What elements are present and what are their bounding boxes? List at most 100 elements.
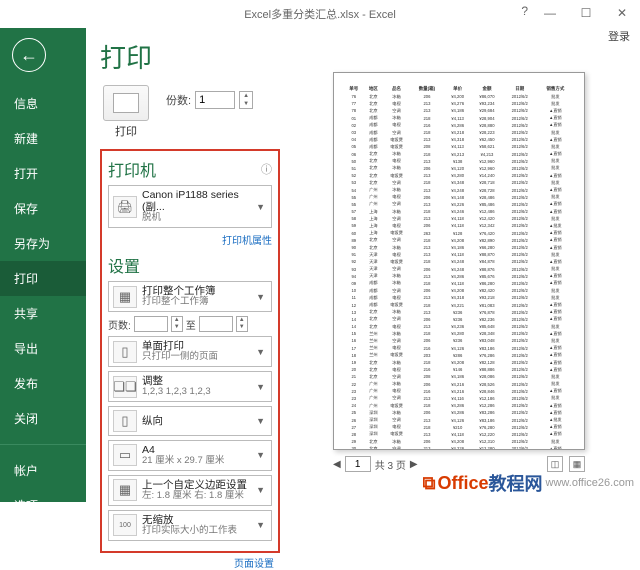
table-row: 51北京冰箱206¥4,120¥12,9602012/6/2批发 bbox=[344, 165, 574, 172]
table-row: 23广州电视216¥4,216¥28,8462012/6/2▲直销 bbox=[344, 388, 574, 395]
sidebar-item-4[interactable]: 另存为 bbox=[0, 226, 86, 261]
chevron-down-icon: ▼ bbox=[254, 485, 267, 495]
margins-icon: ▦ bbox=[113, 479, 137, 501]
table-row: 28深圳电饭煲213¥4,118¥12,2202012/6/2▲直销 bbox=[344, 431, 574, 438]
table-row: 15兰州冰箱218¥4,280¥28,3482012/6/2▲直销 bbox=[344, 330, 574, 337]
table-row: 05成都电饭煲208¥4,113¥58,6212012/6/2批发 bbox=[344, 143, 574, 150]
table-row: 60上海电饭煲263¥128¥76,4202012/6/2▲直销 bbox=[344, 230, 574, 237]
pages-to-label: 至 bbox=[186, 317, 196, 332]
chevron-down-icon: ▼ bbox=[254, 292, 267, 302]
table-row: 54广州冰箱213¥4,248¥28,7282012/6/2▲直销 bbox=[344, 186, 574, 193]
page-from-input[interactable] bbox=[134, 316, 168, 332]
table-row: 91天津电视213¥4,118¥88,8702012/6/2批发 bbox=[344, 251, 574, 258]
sides-selector[interactable]: ▯ 单面打印只打印一侧的页面 ▼ bbox=[108, 336, 272, 367]
chevron-down-icon: ▼ bbox=[254, 347, 267, 357]
close-button[interactable]: ✕ bbox=[604, 0, 640, 26]
table-row: 02成都电视216¥4,286¥28,8802012/6/2▲直销 bbox=[344, 122, 574, 129]
sidebar-item-3[interactable]: 保存 bbox=[0, 191, 86, 226]
printer-properties-link[interactable]: 打印机属性 bbox=[222, 236, 272, 247]
table-row: 93天津空调206¥4,248¥88,8762012/6/2批发 bbox=[344, 266, 574, 273]
help-icon[interactable]: ? bbox=[521, 4, 528, 18]
table-row: 53北京空调218¥4,348¥28,7182012/6/2批发 bbox=[344, 179, 574, 186]
prev-page-button[interactable]: ◀ bbox=[333, 459, 341, 470]
print-button[interactable]: 打印 bbox=[100, 85, 152, 139]
table-row: 01成都冰箱218¥4,113¥28,9042012/6/2▲直销 bbox=[344, 115, 574, 122]
copies-spinner[interactable]: ▲▼ bbox=[239, 91, 253, 109]
sidebar-item-7[interactable]: 导出 bbox=[0, 331, 86, 366]
table-row: 58上海空调213¥4,118¥12,4202012/6/2批发 bbox=[344, 215, 574, 222]
watermark: ⧉ Office教程网 www.office26.com bbox=[423, 470, 634, 496]
sidebar-item-1[interactable]: 新建 bbox=[0, 121, 86, 156]
page-number-input[interactable] bbox=[345, 456, 371, 472]
title-bar: Excel多重分类汇总.xlsx - Excel ? — ☐ ✕ bbox=[0, 0, 640, 28]
chevron-down-icon: ▼ bbox=[254, 450, 267, 460]
settings-heading: 设置 bbox=[108, 253, 140, 277]
table-row: 11成都电视213¥4,318¥93,2182012/6/2批发 bbox=[344, 294, 574, 301]
page-setup-link[interactable]: 页面设置 bbox=[234, 559, 274, 570]
table-row: 27深圳电视218¥210¥76,2802012/6/2▲直销 bbox=[344, 424, 574, 431]
table-row: 77北京电视213¥4,276¥93,2342012/6/2批发 bbox=[344, 100, 574, 107]
margins-selector[interactable]: ▦ 上一个自定义边距设置左: 1.8 厘米 右: 1.8 厘米 ▼ bbox=[108, 475, 272, 506]
copies-label: 份数: bbox=[166, 92, 191, 108]
sidebar-footer-0[interactable]: 帐户 bbox=[0, 453, 86, 488]
copies-input[interactable] bbox=[195, 91, 235, 109]
table-row: 12成都电饭煲218¥4,221¥81,0832012/6/2▲直销 bbox=[344, 301, 574, 308]
orientation-selector[interactable]: ▯ 纵向 ▼ bbox=[108, 406, 272, 436]
page-to-spin[interactable]: ▲▼ bbox=[236, 316, 248, 332]
printer-name: Canon iP1188 series (副... bbox=[142, 189, 254, 213]
scaling-selector[interactable]: 100 无缩放打印实际大小的工作表 ▼ bbox=[108, 510, 272, 541]
print-button-label: 打印 bbox=[100, 123, 152, 139]
settings-highlight-box: 打印机 ⓘ 🖨 Canon iP1188 series (副... 脱机 ▼ 打… bbox=[100, 149, 280, 553]
sidebar-footer-1[interactable]: 选项 bbox=[0, 488, 86, 523]
portrait-icon: ▯ bbox=[113, 410, 137, 432]
table-row: 90北京冰箱213¥4,186¥66,2802012/6/2▲直销 bbox=[344, 244, 574, 251]
minimize-button[interactable]: — bbox=[532, 0, 568, 26]
sidebar-item-9[interactable]: 关闭 bbox=[0, 401, 86, 436]
table-row: 50北京电视213¥138¥12,9602012/6/2批发 bbox=[344, 158, 574, 165]
sidebar-item-6[interactable]: 共享 bbox=[0, 296, 86, 331]
page-title: 打印 bbox=[100, 38, 280, 75]
sidebar-item-2[interactable]: 打开 bbox=[0, 156, 86, 191]
table-row: 17兰州电视216¥4,126¥83,1862012/6/2▲直销 bbox=[344, 345, 574, 352]
pages-label: 页数: bbox=[108, 317, 131, 332]
collate-selector[interactable]: ❏❏ 调整1,2,3 1,2,3 1,2,3 ▼ bbox=[108, 371, 272, 402]
table-row: 24广州电饭煲218¥4,286¥12,2862012/6/2▲直销 bbox=[344, 402, 574, 409]
table-row: 14北京空调206¥236¥82,2362012/6/2▲直销 bbox=[344, 316, 574, 323]
printer-device-icon: 🖨 bbox=[113, 196, 137, 218]
printer-selector[interactable]: 🖨 Canon iP1188 series (副... 脱机 ▼ bbox=[108, 185, 272, 228]
sidebar-item-8[interactable]: 发布 bbox=[0, 366, 86, 401]
table-row: 57上海冰箱218¥4,246¥12,4862012/6/2▲直销 bbox=[344, 208, 574, 215]
back-button[interactable]: ← bbox=[12, 38, 46, 72]
table-row: 23广州空调213¥4,116¥12,1862012/6/2批发 bbox=[344, 395, 574, 402]
chevron-down-icon: ▼ bbox=[254, 416, 267, 426]
table-row: 59上海电视206¥4,118¥12,3422012/6/2▲批发 bbox=[344, 222, 574, 229]
page-from-spin[interactable]: ▲▼ bbox=[171, 316, 183, 332]
table-row: 92天津电饭煲218¥4,248¥84,8782012/6/2▲直销 bbox=[344, 258, 574, 265]
table-row: 20北京电视216¥146¥88,8862012/6/2▲直销 bbox=[344, 366, 574, 373]
chevron-down-icon: ▼ bbox=[254, 382, 267, 392]
scale-icon: 100 bbox=[113, 514, 137, 536]
table-row: 55广州空调213¥4,226¥85,4862012/6/2▲直销 bbox=[344, 201, 574, 208]
next-page-button[interactable]: ▶ bbox=[410, 459, 418, 470]
table-row: 21北京空调208¥4,186¥28,0862012/6/2批发 bbox=[344, 373, 574, 380]
table-row: 94天津冰箱213¥4,286¥85,6762012/6/2▲直销 bbox=[344, 273, 574, 280]
table-row: 22广州冰箱206¥4,216¥28,5262012/6/2批发 bbox=[344, 381, 574, 388]
print-what-selector[interactable]: ▦ 打印整个工作簿打印整个工作簿 ▼ bbox=[108, 281, 272, 312]
table-row: 78北京空调213¥4,186¥29,6842012/6/2▲直销 bbox=[344, 107, 574, 114]
page-to-input[interactable] bbox=[199, 316, 233, 332]
window-title: Excel多重分类汇总.xlsx - Excel bbox=[244, 6, 396, 22]
printer-info-icon[interactable]: ⓘ bbox=[261, 161, 272, 177]
office-logo-icon: ⧉ bbox=[423, 473, 436, 494]
paper-selector[interactable]: ▭ A421 厘米 x 29.7 厘米 ▼ bbox=[108, 440, 272, 471]
table-row: 52北京电饭煲213¥4,280¥14,2402012/6/2▲直销 bbox=[344, 172, 574, 179]
maximize-button[interactable]: ☐ bbox=[568, 0, 604, 26]
table-row: 89北京空调218¥4,208¥82,8902012/6/2▲直销 bbox=[344, 237, 574, 244]
table-row: 30北京空调213¥4,226¥12,2802012/6/3▲直销 bbox=[344, 445, 574, 450]
table-row: 09成都冰箱218¥4,118¥86,2802012/6/2▲直销 bbox=[344, 280, 574, 287]
backstage-sidebar: ← 信息新建打开保存另存为打印共享导出发布关闭 帐户选项 bbox=[0, 28, 86, 502]
table-row: 76北京冰箱206¥4,200¥86,0702012/6/2批发 bbox=[344, 93, 574, 100]
sidebar-item-0[interactable]: 信息 bbox=[0, 86, 86, 121]
printer-status: 脱机 bbox=[142, 213, 254, 224]
sidebar-item-5[interactable]: 打印 bbox=[0, 261, 86, 296]
workbook-icon: ▦ bbox=[113, 286, 137, 308]
